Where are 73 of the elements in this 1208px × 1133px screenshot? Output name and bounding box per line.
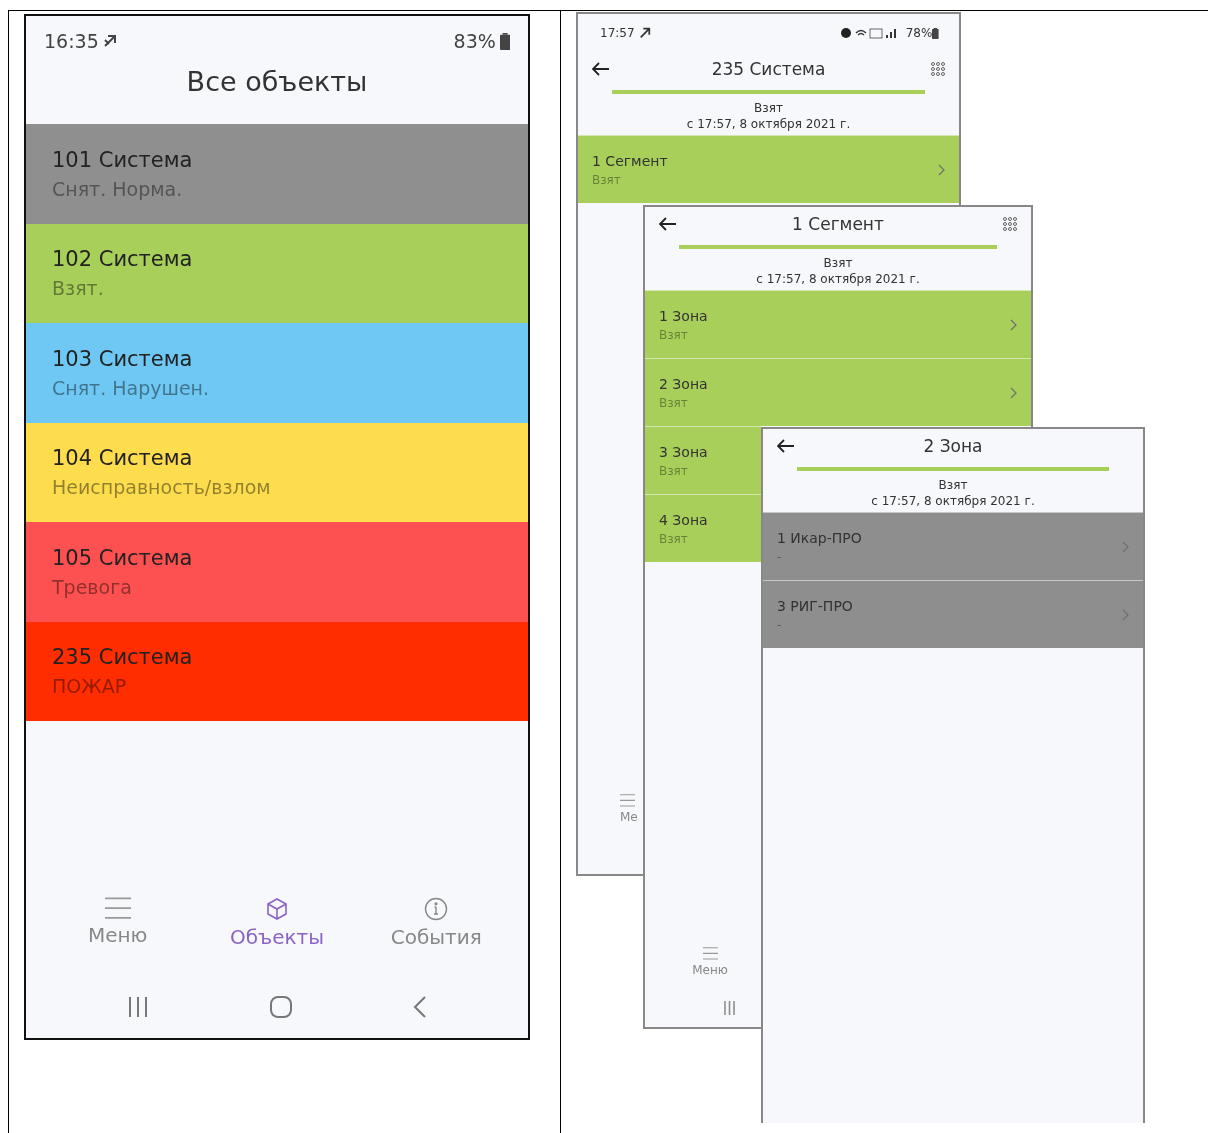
item-status: Взят — [592, 172, 622, 187]
object-status: Взят. — [52, 277, 105, 300]
object-item[interactable]: 101 Система Снят. Норма. — [26, 124, 528, 224]
object-item[interactable]: 105 Система Тревога — [26, 522, 528, 622]
object-name: 101 Система — [52, 147, 194, 172]
status-time: 16:35 — [44, 30, 117, 52]
screen-title: 1 Сегмент — [791, 214, 885, 234]
item-name: 4 Зона — [659, 511, 708, 528]
item-status: Взят — [659, 463, 689, 478]
object-item[interactable]: 104 Система Неисправность/взлом — [26, 422, 528, 522]
list-item[interactable]: 1 Сегмент Взят — [578, 135, 959, 203]
state-label: Взят — [937, 477, 969, 493]
menu-icon — [620, 794, 635, 807]
item-name: 3 Зона — [659, 443, 708, 460]
list-item[interactable]: 1 Зона Взят — [645, 290, 1031, 358]
object-status: Неисправность/взлом — [52, 476, 272, 499]
battery-level: 83% — [453, 30, 510, 52]
item-status: - — [777, 617, 783, 632]
object-name: 103 Система — [52, 346, 194, 371]
object-status: Снят. Нарушен. — [52, 376, 211, 399]
home-key-icon[interactable] — [270, 996, 292, 1018]
screen-title: 235 Система — [710, 59, 827, 79]
menu-icon — [702, 947, 718, 960]
recents-key-icon[interactable] — [126, 996, 149, 1018]
item-name: 1 Икар-ПРО — [777, 529, 862, 546]
back-key-icon[interactable] — [413, 996, 428, 1018]
status-icons-drawing — [638, 27, 651, 39]
back-button[interactable] — [592, 62, 610, 76]
menu-tab[interactable]: Ме — [578, 794, 638, 824]
recents-key-icon[interactable] — [723, 1001, 736, 1015]
cube-icon — [265, 897, 289, 921]
object-status: Снят. Норма. — [52, 177, 184, 200]
list-item[interactable]: 2 Зона Взят — [645, 358, 1031, 426]
state-label: Взят — [753, 100, 784, 116]
status-time: 17:57 — [600, 26, 635, 40]
item-name: 2 Зона — [659, 375, 708, 392]
bottom-tab[interactable]: Объекты — [207, 896, 347, 976]
battery-icon — [499, 32, 510, 50]
object-item[interactable]: 103 Система Снят. Нарушен. — [26, 323, 528, 423]
item-status: - — [777, 549, 783, 564]
screen-title: 2 Зона — [922, 436, 984, 456]
back-button[interactable] — [777, 439, 795, 453]
battery-level: 78% — [905, 26, 933, 40]
item-status: Взят — [659, 327, 689, 342]
navigation-arrow-icon — [102, 34, 117, 48]
back-button[interactable] — [659, 217, 677, 231]
screen-title: Все объекты — [185, 66, 369, 99]
battery-icon — [932, 27, 939, 39]
item-status: Взят — [659, 395, 689, 410]
list-item[interactable]: 3 Зона Взят — [645, 426, 761, 494]
bottom-tab[interactable]: Меню — [47, 896, 188, 976]
state-label: Взят — [822, 255, 854, 271]
object-name: 104 Система — [52, 446, 194, 471]
state-since: с 17:57, 8 октября 2021 г. — [685, 116, 852, 132]
list-item[interactable]: 4 Зона Взят — [645, 494, 761, 562]
state-since: с 17:57, 8 октября 2021 г. — [755, 271, 921, 287]
item-status: Взят — [659, 531, 689, 546]
object-item[interactable]: 235 Система ПОЖАР — [26, 621, 528, 721]
info-icon — [424, 897, 449, 921]
menu-icon — [104, 897, 131, 920]
object-name: 105 Система — [52, 545, 194, 570]
item-name: 1 Зона — [659, 307, 708, 324]
state-since: с 17:57, 8 октября 2021 г. — [870, 493, 1036, 509]
object-status: ПОЖАР — [52, 675, 128, 698]
list-item[interactable]: 3 РИГ-ПРО - — [763, 580, 1143, 648]
object-status: Тревога — [52, 575, 133, 598]
item-name: 1 Сегмент — [592, 152, 668, 169]
item-name: 3 РИГ-ПРО — [777, 597, 853, 614]
object-name: 102 Система — [52, 247, 194, 272]
object-item[interactable]: 102 Система Взят. — [26, 223, 528, 323]
bottom-tab[interactable]: События — [366, 896, 507, 976]
object-name: 235 Система — [52, 645, 194, 670]
list-item[interactable]: 1 Икар-ПРО - — [763, 512, 1143, 580]
